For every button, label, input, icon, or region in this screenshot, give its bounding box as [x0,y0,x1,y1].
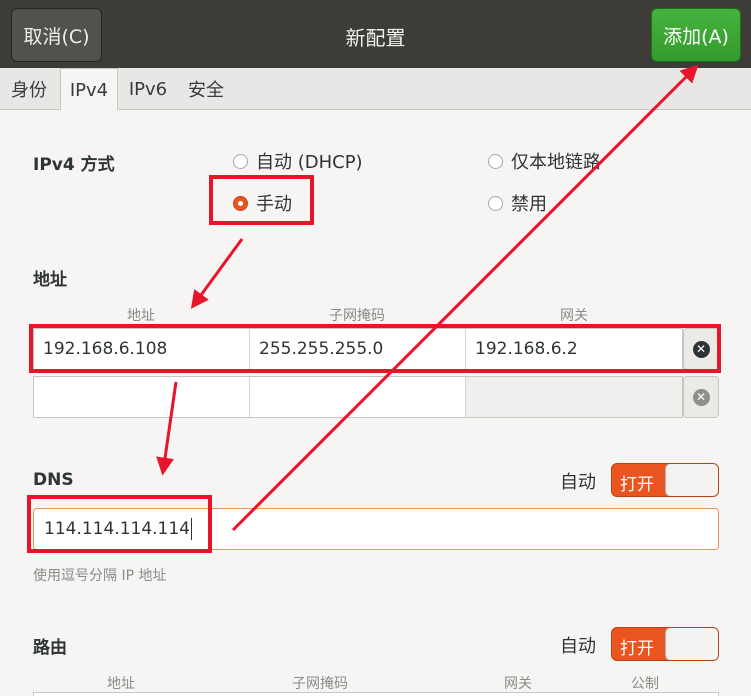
column-header-gateway: 网关 [560,308,588,324]
switch-on-text: 打开 [620,475,654,495]
new-address-input[interactable] [34,377,250,417]
netmask-input[interactable]: 255.255.255.0 [250,329,466,369]
radio-disabled[interactable]: 禁用 [488,190,547,216]
routes-auto-switch[interactable]: 打开 [611,627,719,661]
radio-indicator [488,153,503,169]
radio-indicator-selected [233,195,248,211]
column-header-address: 地址 [127,308,155,324]
close-icon: ✕ [692,340,710,358]
tab-identity[interactable]: 身份 [0,68,58,110]
new-gateway-input[interactable] [466,377,682,417]
routes-label: 路由 [33,638,67,658]
add-button[interactable]: 添加(A) [651,8,741,62]
switch-knob [665,628,718,660]
dns-auto-label: 自动 [560,472,596,493]
switch-on-text: 打开 [620,639,654,659]
ipv4-method-label: IPv4 方式 [33,155,115,175]
column-header-netmask: 子网掩码 [329,308,385,324]
address-row: 192.168.6.108 255.255.255.0 192.168.6.2 [33,328,683,370]
radio-auto-dhcp[interactable]: 自动 (DHCP) [233,148,363,174]
dns-label: DNS [33,470,74,490]
route-row [33,692,719,696]
delete-address-button[interactable]: ✕ [683,328,719,370]
new-netmask-input[interactable] [250,377,466,417]
radio-label: 仅本地链路 [511,152,601,173]
dns-input[interactable]: 114.114.114.114 [33,508,719,550]
addresses-section-label: 地址 [33,270,67,290]
radio-label: 手动 [256,194,292,215]
delete-empty-row-button[interactable]: ✕ [683,376,719,418]
close-icon: ✕ [692,388,710,406]
gateway-input[interactable]: 192.168.6.2 [466,329,682,369]
address-input[interactable]: 192.168.6.108 [34,329,250,369]
route-column-address: 地址 [107,676,135,692]
radio-link-local[interactable]: 仅本地链路 [488,148,601,174]
dns-hint: 使用逗号分隔 IP 地址 [33,568,167,584]
new-address-row [33,376,683,418]
dns-auto-switch[interactable]: 打开 [611,463,719,497]
route-column-metric: 公制 [631,676,659,692]
radio-label: 禁用 [511,194,547,215]
header-bar: 取消(C) 新配置 添加(A) [0,0,751,68]
dialog-title: 新配置 [345,26,406,50]
route-column-netmask: 子网掩码 [292,676,348,692]
tab-ipv6[interactable]: IPv6 [120,68,176,110]
route-column-gateway: 网关 [504,676,532,692]
switch-knob [665,464,718,496]
radio-label: 自动 (DHCP) [256,152,363,173]
dns-value: 114.114.114.114 [44,519,191,539]
radio-indicator [488,195,503,211]
tab-ipv4[interactable]: IPv4 [60,68,118,111]
ipv4-settings-panel: IPv4 方式 自动 (DHCP) 仅本地链路 手动 禁用 地址 地址 子网掩码… [0,110,751,696]
radio-manual[interactable]: 手动 [233,190,292,216]
text-caret [191,518,193,540]
tab-bar: 身份 IPv4 IPv6 安全 [0,68,751,111]
radio-indicator [233,153,248,169]
tab-security[interactable]: 安全 [178,68,234,110]
routes-auto-label: 自动 [560,636,596,657]
